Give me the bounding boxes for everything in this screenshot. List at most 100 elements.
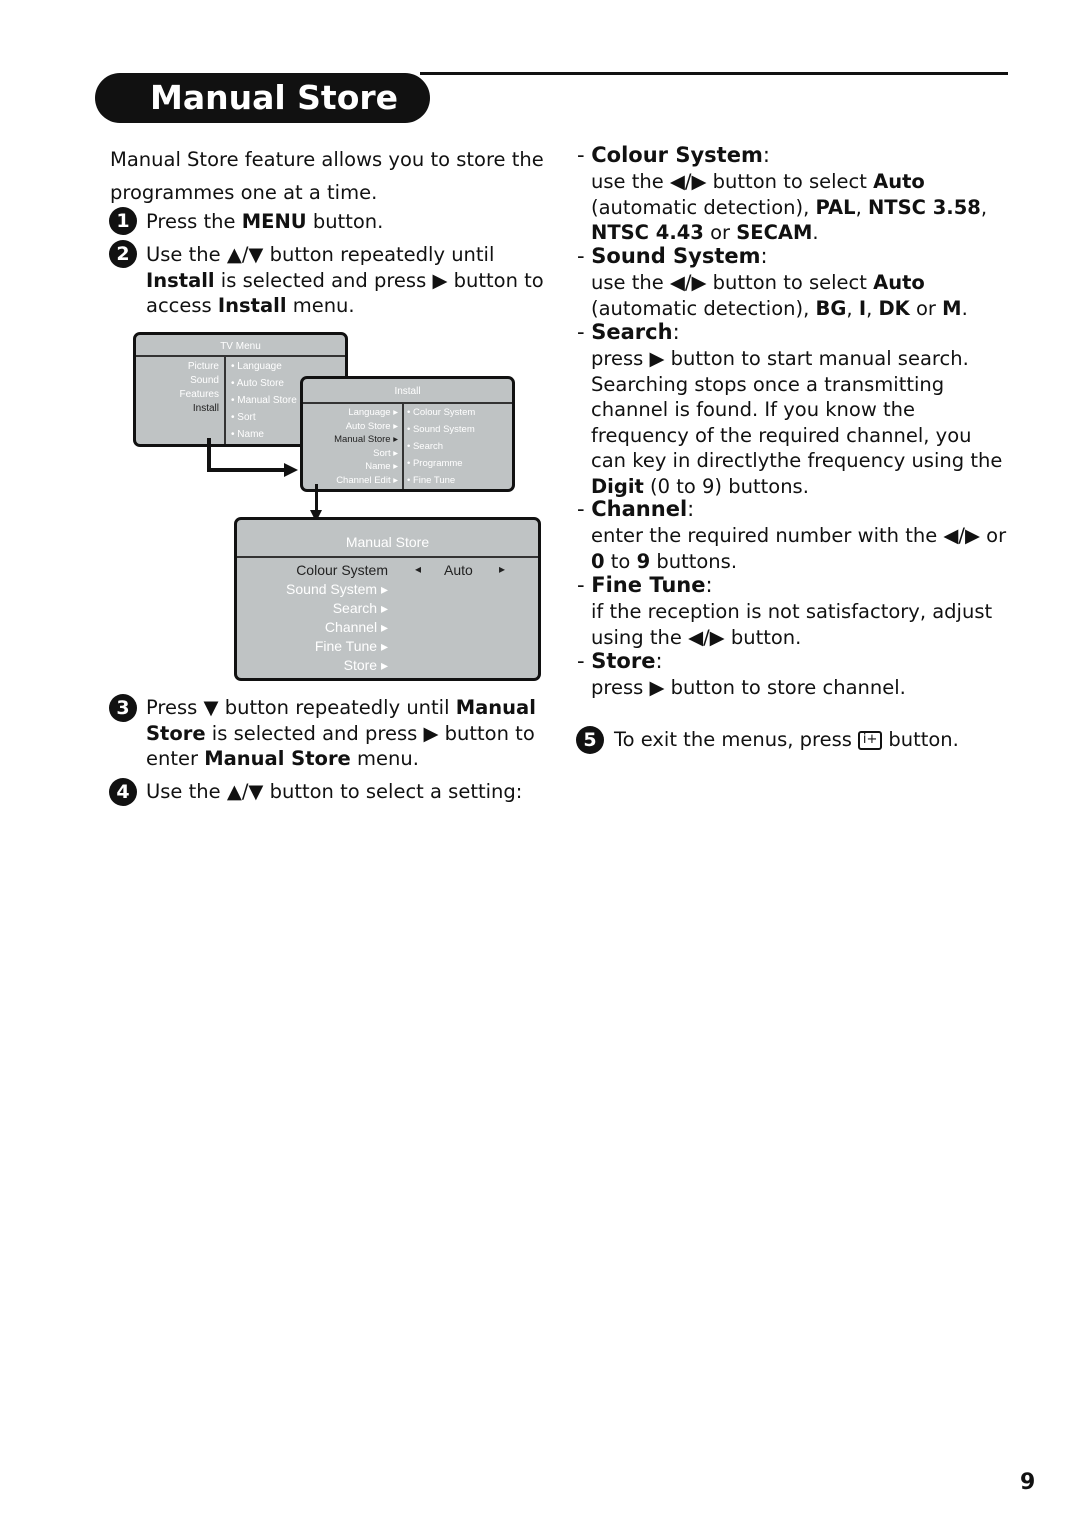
- text-segment: Digit: [591, 474, 644, 498]
- setting-heading: - Search:: [577, 320, 680, 344]
- text-segment: menu.: [286, 294, 355, 317]
- menu-item: • Colour System: [407, 407, 476, 418]
- text-segment: press ▶ button to store channel.: [591, 676, 906, 699]
- setting-description: use the ◀/▶ button to select Auto (autom…: [591, 270, 1011, 321]
- page-title: Manual Store: [95, 73, 430, 123]
- text-segment: Press ▼ button repeatedly until: [146, 696, 456, 719]
- text-segment: Auto: [873, 170, 925, 193]
- info-button-icon: i+: [858, 731, 883, 750]
- menu-item: • Fine Tune: [407, 475, 456, 486]
- text-segment: ,: [866, 296, 879, 320]
- setting-description: use the ◀/▶ button to select Auto (autom…: [591, 169, 1011, 246]
- text-segment: .: [812, 221, 819, 244]
- manual-store-menu-title: Manual Store: [237, 520, 538, 558]
- text-segment: Use the ▲/▼ button to select a setting:: [146, 780, 523, 803]
- menu-item: Channel Edit ▸: [336, 475, 398, 486]
- menu-item: Sound System ▸: [286, 581, 388, 597]
- menu-item: Language ▸: [348, 407, 398, 418]
- text-segment: or: [909, 296, 943, 320]
- manual-store-menu-diagram: Manual Store Colour System Sound System ▸…: [234, 517, 541, 681]
- bullet-dash: -: [577, 649, 592, 673]
- install-menu-title: Install: [303, 379, 512, 404]
- setting-name: Sound System: [591, 244, 761, 268]
- menu-item: Name ▸: [365, 461, 398, 473]
- manual-page: Manual Store Manual Store feature allows…: [0, 0, 1080, 1532]
- setting-description: enter the required number with the ◀/▶ o…: [591, 523, 1011, 574]
- menu-item: Fine Tune ▸: [314, 638, 388, 654]
- text-segment: Install: [146, 268, 215, 292]
- step-3-text: Press ▼ button repeatedly until Manual S…: [146, 695, 546, 772]
- setting-name: Colour System: [591, 143, 763, 167]
- menu-item: Channel ▸: [324, 619, 388, 635]
- text-segment: NTSC 4.43: [591, 221, 704, 244]
- step-1-text: Press the MENU button.: [146, 209, 546, 235]
- menu-item: Colour System: [296, 562, 388, 578]
- menu-item: Store ▸: [343, 657, 388, 673]
- header-rule: [420, 72, 1008, 75]
- setting-heading: - Store:: [577, 649, 663, 673]
- text-segment: buttons.: [650, 549, 738, 573]
- setting-heading: - Sound System:: [577, 244, 768, 268]
- menu-item: Auto Store ▸: [345, 420, 398, 432]
- setting-heading: - Colour System:: [577, 143, 770, 167]
- text-segment: or: [703, 221, 737, 244]
- text-segment: M: [942, 296, 962, 320]
- right-arrow-icon: ▸: [499, 562, 506, 576]
- text-segment: PAL: [815, 195, 856, 219]
- step-2-badge: 2: [109, 240, 137, 268]
- text-segment: ,: [980, 195, 988, 219]
- text-segment: to: [604, 549, 637, 573]
- text-segment: 9: [636, 549, 651, 573]
- text-segment: (0 to 9) buttons.: [643, 474, 809, 498]
- text-segment: ,: [855, 195, 868, 219]
- left-arrow-icon: ◂: [415, 562, 422, 576]
- menu-item: • Search: [407, 441, 444, 452]
- menu-item: Install: [192, 403, 219, 414]
- bullet-dash: -: [577, 320, 592, 344]
- text-segment: menu.: [350, 747, 419, 770]
- text-segment: Auto: [873, 271, 925, 294]
- text-segment: if the reception is not satisfactory, ad…: [591, 600, 993, 649]
- menu-item: Search ▸: [332, 600, 388, 616]
- install-menu-diagram: Install Language ▸ Auto Store ▸ Manual Sto…: [300, 376, 515, 492]
- menu-item: • Name: [231, 429, 264, 440]
- text-segment: use the ◀/▶ button to select: [591, 170, 874, 193]
- setting-description: press ▶ button to store channel.: [591, 675, 1011, 701]
- menu-item: Features: [179, 389, 219, 400]
- text-segment: MENU: [241, 210, 307, 233]
- menu-item: Sound: [190, 375, 219, 386]
- step-5-text: To exit the menus, press i+ button.: [614, 727, 1034, 753]
- menu-item: • Auto Store: [231, 378, 284, 389]
- setting-description: if the reception is not satisfactory, ad…: [591, 599, 1011, 650]
- text-segment: button.: [306, 210, 384, 233]
- text-segment: (automatic detection),: [591, 195, 816, 219]
- text-segment: NTSC 3.58: [867, 195, 981, 219]
- menu-item: • Language: [231, 361, 282, 372]
- setting-description: press ▶ button to start manual search. S…: [591, 346, 1011, 499]
- setting-name: Store: [591, 649, 656, 673]
- menu-item: • Sort: [231, 412, 256, 423]
- text-segment: enter the required number with the ◀/▶ o…: [591, 524, 1007, 547]
- setting-name: Search: [591, 320, 673, 344]
- menu-item: • Programme: [407, 458, 463, 469]
- menu-item: • Sound System: [407, 424, 475, 435]
- bullet-dash: -: [577, 143, 592, 167]
- text-segment: .: [961, 296, 968, 320]
- intro-text: Manual Store feature allows you to store…: [110, 143, 550, 209]
- text-segment: DK: [878, 296, 910, 320]
- step-4-badge: 4: [109, 778, 137, 806]
- page-number: 9: [1020, 1470, 1036, 1495]
- step-2-text: Use the ▲/▼ button repeatedly until Inst…: [146, 242, 546, 319]
- text-segment: press ▶ button to start manual search. S…: [591, 347, 1003, 472]
- menu-item: • Manual Store: [231, 395, 297, 406]
- colour-system-value: Auto: [444, 562, 473, 578]
- step-1-badge: 1: [109, 207, 137, 235]
- bullet-dash: -: [577, 244, 592, 268]
- text-segment: I: [858, 296, 867, 320]
- step-5-badge: 5: [576, 726, 604, 754]
- step-3-badge: 3: [109, 694, 137, 722]
- text-segment: BG: [815, 296, 847, 320]
- menu-item: Picture: [187, 361, 219, 372]
- setting-name: Channel: [591, 497, 688, 521]
- text-segment: SECAM: [736, 221, 813, 244]
